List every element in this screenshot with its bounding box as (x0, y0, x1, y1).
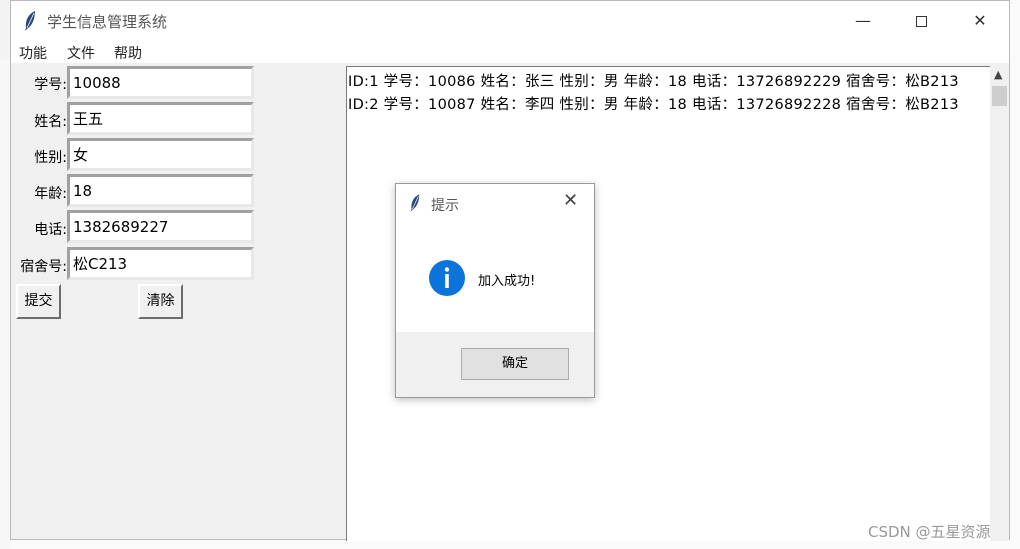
watermark: CSDN @五星资源 (868, 523, 991, 541)
student-id-input[interactable] (67, 66, 254, 99)
ok-button[interactable]: 确定 (461, 348, 569, 380)
list-item[interactable]: ID:1 学号：10086 姓名：张三 性别：男 年龄：18 电话：137268… (348, 70, 959, 91)
age-label: 年龄: (34, 186, 67, 202)
close-button[interactable]: ✕ (951, 1, 1009, 41)
clear-button[interactable]: 清除 (138, 284, 183, 319)
student-id-label: 学号: (34, 77, 67, 93)
age-input[interactable] (67, 174, 254, 207)
dorm-input[interactable] (67, 247, 254, 280)
menu-bar: 功能 文件 帮助 (11, 41, 1009, 63)
listbox-scrollbar[interactable]: ▲ (990, 66, 1009, 541)
info-icon (429, 260, 465, 296)
menu-function[interactable]: 功能 (19, 43, 47, 63)
feather-icon (410, 194, 420, 212)
minimize-button[interactable]: — (834, 1, 892, 41)
submit-button[interactable]: 提交 (16, 284, 61, 319)
phone-input[interactable] (67, 210, 254, 243)
dialog-close-button[interactable]: ✕ (563, 190, 578, 211)
window-title: 学生信息管理系统 (47, 13, 168, 31)
maximize-button[interactable] (892, 1, 950, 41)
title-bar: 学生信息管理系统 — ✕ (11, 1, 1009, 41)
maximize-icon (915, 16, 927, 27)
dialog-title: 提示 (431, 198, 459, 214)
gender-input[interactable] (67, 138, 254, 171)
scroll-thumb[interactable] (992, 86, 1007, 106)
phone-label: 电话: (34, 222, 67, 238)
list-item[interactable]: ID:2 学号：10087 姓名：李四 性别：男 年龄：18 电话：137268… (348, 93, 959, 114)
dialog-footer: 确定 (396, 332, 594, 397)
gender-label: 性别: (34, 150, 67, 166)
menu-help[interactable]: 帮助 (114, 43, 142, 63)
name-input[interactable] (67, 102, 254, 135)
background-window-right (1010, 0, 1020, 549)
dorm-label: 宿舍号: (20, 259, 67, 275)
feather-icon (25, 11, 35, 31)
scroll-up-icon[interactable]: ▲ (994, 68, 1002, 81)
dialog-message: 加入成功! (478, 274, 536, 289)
name-label: 姓名: (34, 114, 67, 130)
background-window-left (0, 60, 10, 549)
menu-file[interactable]: 文件 (67, 43, 95, 63)
info-dialog: 提示 ✕ 加入成功! 确定 (395, 183, 595, 398)
